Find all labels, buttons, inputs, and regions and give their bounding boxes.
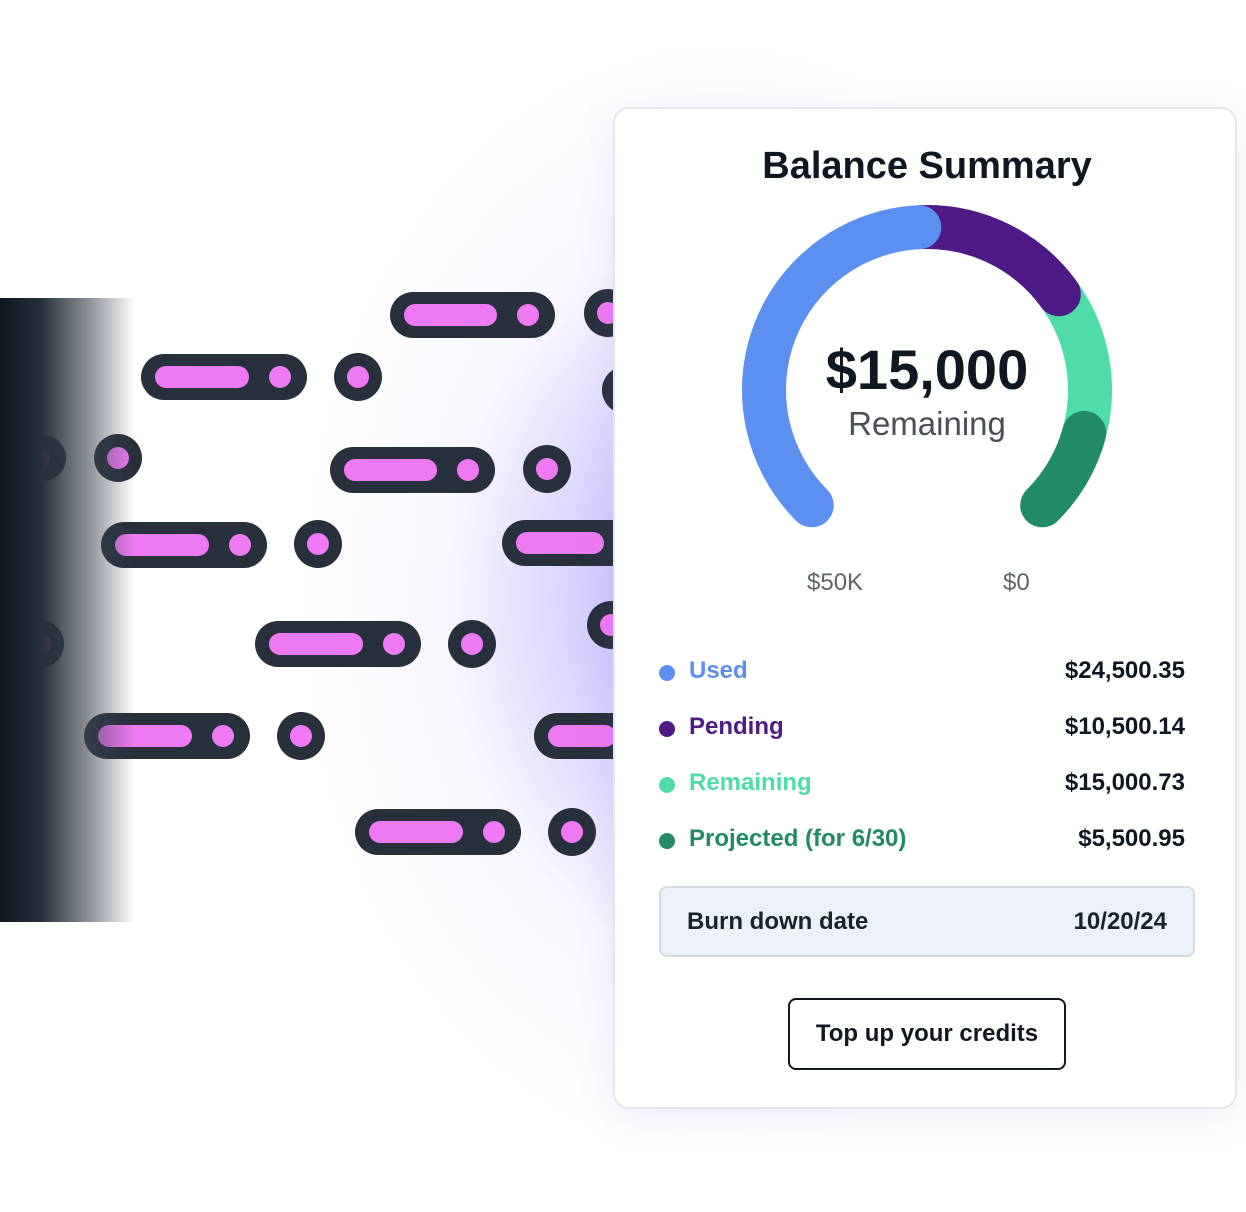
- packet-dot: [277, 712, 325, 760]
- gauge-max-label: $0: [1003, 569, 1030, 596]
- legend-dot-used: [659, 665, 675, 681]
- dark-edge-strip: [0, 298, 135, 922]
- legend-label-projected: Projected (for 6/30): [689, 825, 907, 852]
- legend-label-remaining: Remaining: [689, 769, 812, 796]
- legend: Used $24,500.35 Pending $10,500.14 Remai…: [659, 649, 1185, 873]
- legend-label-pending: Pending: [689, 713, 784, 740]
- legend-value-remaining: $15,000.73: [1064, 769, 1185, 796]
- packet-dot: [448, 620, 496, 668]
- burn-down-date-box: Burn down date 10/20/24: [659, 886, 1195, 957]
- packet-pill: [355, 809, 521, 855]
- packet-pill: [330, 447, 495, 493]
- packet-dot: [334, 353, 382, 401]
- legend-label-used: Used: [689, 657, 748, 684]
- packet-pill: [255, 621, 421, 667]
- gauge-caption: Remaining: [848, 405, 1006, 442]
- gauge-min-label: $50K: [807, 569, 864, 596]
- burn-down-label: Burn down date: [687, 908, 869, 935]
- legend-row-used: Used $24,500.35: [659, 649, 1185, 705]
- gauge-arc-projected: [1020, 411, 1107, 528]
- top-up-credits-button[interactable]: Top up your credits: [788, 998, 1066, 1070]
- legend-dot-pending: [659, 721, 675, 737]
- legend-row-projected: Projected (for 6/30) $5,500.95: [659, 817, 1185, 873]
- legend-value-projected: $5,500.95: [1078, 825, 1185, 852]
- burn-down-value: 10/20/24: [1073, 908, 1167, 935]
- packet-dot: [523, 445, 571, 493]
- packet-dot: [548, 808, 596, 856]
- packet-pill: [390, 292, 555, 338]
- gauge-arc-pending: [897, 205, 1081, 317]
- packet-pill: [141, 354, 307, 400]
- packet-dot: [294, 520, 342, 568]
- legend-dot-projected: [659, 833, 675, 849]
- gauge-remaining-value: $15,000: [825, 338, 1029, 401]
- legend-dot-remaining: [659, 777, 675, 793]
- balance-summary-card: Balance Summary $15,000 Remaining $50K $…: [613, 107, 1237, 1109]
- legend-row-pending: Pending $10,500.14: [659, 705, 1185, 761]
- legend-value-pending: $10,500.14: [1064, 713, 1185, 740]
- legend-row-remaining: Remaining $15,000.73: [659, 761, 1185, 817]
- legend-value-used: $24,500.35: [1064, 657, 1185, 684]
